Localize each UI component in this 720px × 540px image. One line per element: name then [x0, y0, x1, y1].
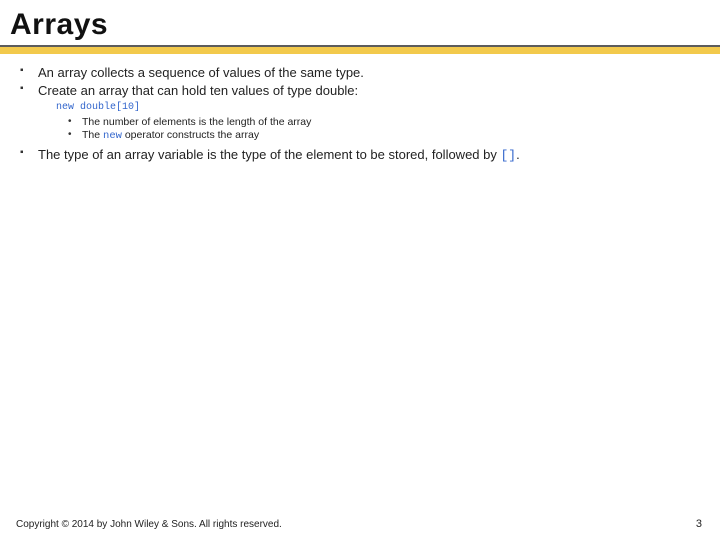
code-keyword: new [103, 130, 122, 142]
sub-bullet-text: The number of elements is the length of … [82, 116, 311, 128]
code-symbol: [] [500, 148, 516, 163]
page-number: 3 [696, 518, 702, 530]
bullet-text: An array collects a sequence of values o… [38, 65, 364, 80]
sub-bullet-list: The number of elements is the length of … [38, 116, 700, 143]
sub-bullet-item: The new operator constructs the array [68, 129, 700, 143]
sub-bullet-text: operator constructs the array [122, 129, 259, 141]
copyright-footer: Copyright © 2014 by John Wiley & Sons. A… [16, 519, 282, 530]
sub-bullet-item: The number of elements is the length of … [68, 116, 700, 129]
rule-gold [0, 47, 720, 54]
sub-bullet-text: The [82, 129, 103, 141]
bullet-text: The type of an array variable is the typ… [38, 147, 500, 162]
bullet-item: An array collects a sequence of values o… [20, 64, 700, 82]
bullet-item: The type of an array variable is the typ… [20, 146, 700, 165]
slide-body: An array collects a sequence of values o… [0, 54, 720, 164]
bullet-text: Create an array that can hold ten values… [38, 83, 358, 98]
bullet-item: Create an array that can hold ten values… [20, 82, 700, 143]
slide: Arrays An array collects a sequence of v… [0, 0, 720, 540]
code-line: new double[10] [56, 101, 700, 115]
bullet-list: An array collects a sequence of values o… [20, 64, 700, 164]
slide-title: Arrays [0, 0, 720, 45]
bullet-text: . [516, 147, 520, 162]
